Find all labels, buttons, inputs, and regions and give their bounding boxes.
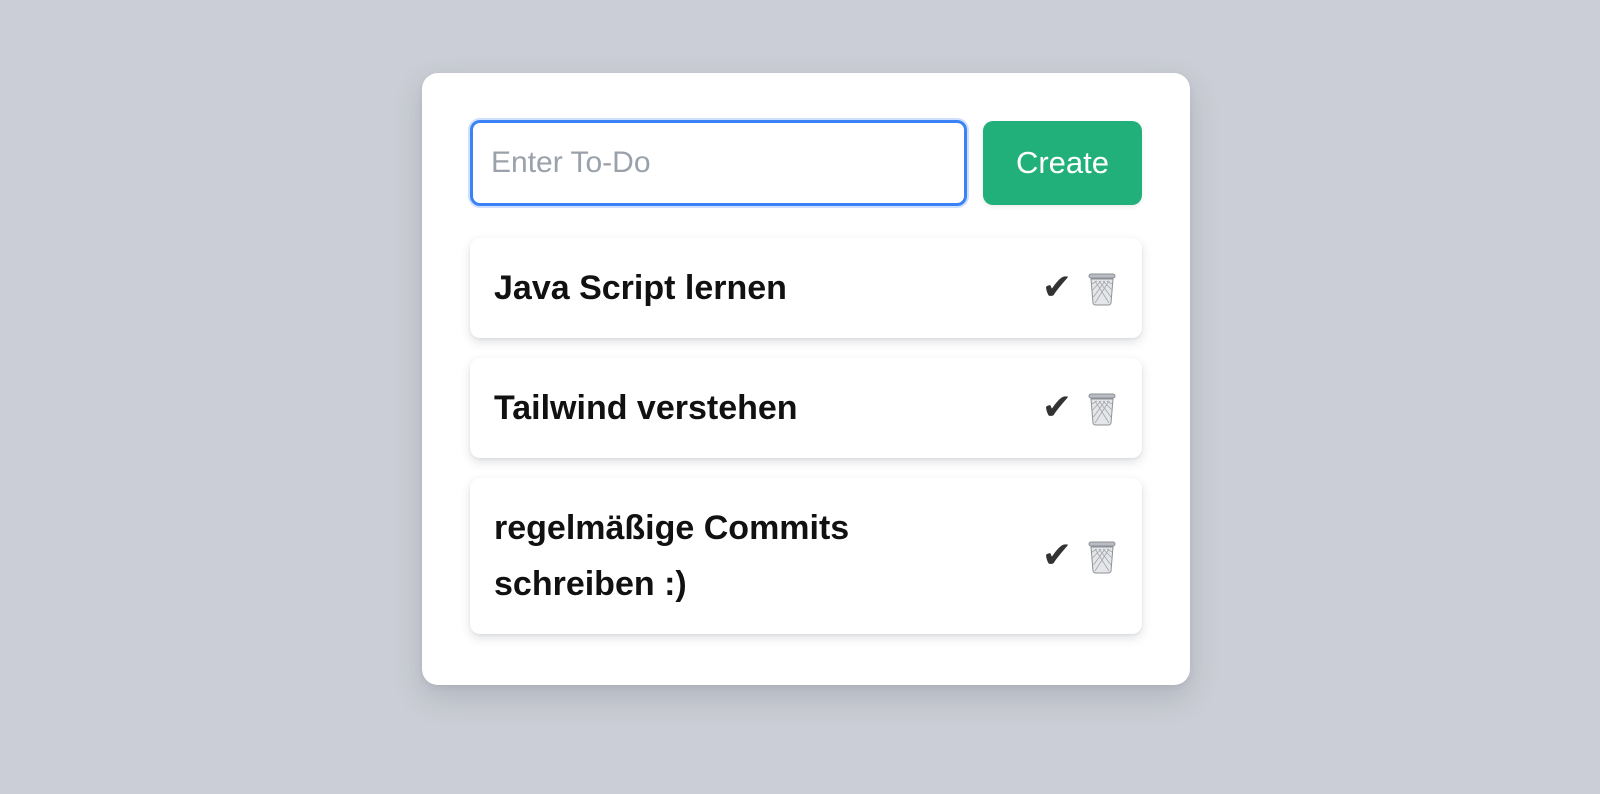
- todo-actions: ✔: [1042, 390, 1118, 426]
- todo-text: Tailwind verstehen: [494, 389, 798, 427]
- trash-icon[interactable]: [1086, 538, 1118, 574]
- check-icon[interactable]: ✔: [1042, 390, 1072, 426]
- todo-input[interactable]: [470, 120, 967, 206]
- todo-text: regelmäßige Commits schreiben :): [494, 509, 850, 603]
- input-row: Create: [470, 120, 1142, 206]
- todo-actions: ✔: [1042, 270, 1118, 306]
- todo-card: Create Java Script lernen ✔ Tailwind ver…: [422, 73, 1190, 685]
- todo-list: Java Script lernen ✔ Tailwind verstehen …: [470, 238, 1142, 634]
- todo-item: regelmäßige Commits schreiben :) ✔: [470, 478, 1142, 634]
- trash-icon[interactable]: [1086, 390, 1118, 426]
- trash-icon[interactable]: [1086, 270, 1118, 306]
- todo-item: Java Script lernen ✔: [470, 238, 1142, 338]
- check-icon[interactable]: ✔: [1042, 538, 1072, 574]
- todo-actions: ✔: [1042, 538, 1118, 574]
- todo-item: Tailwind verstehen ✔: [470, 358, 1142, 458]
- create-button[interactable]: Create: [982, 121, 1142, 205]
- todo-text: Java Script lernen: [494, 269, 787, 307]
- check-icon[interactable]: ✔: [1042, 270, 1072, 306]
